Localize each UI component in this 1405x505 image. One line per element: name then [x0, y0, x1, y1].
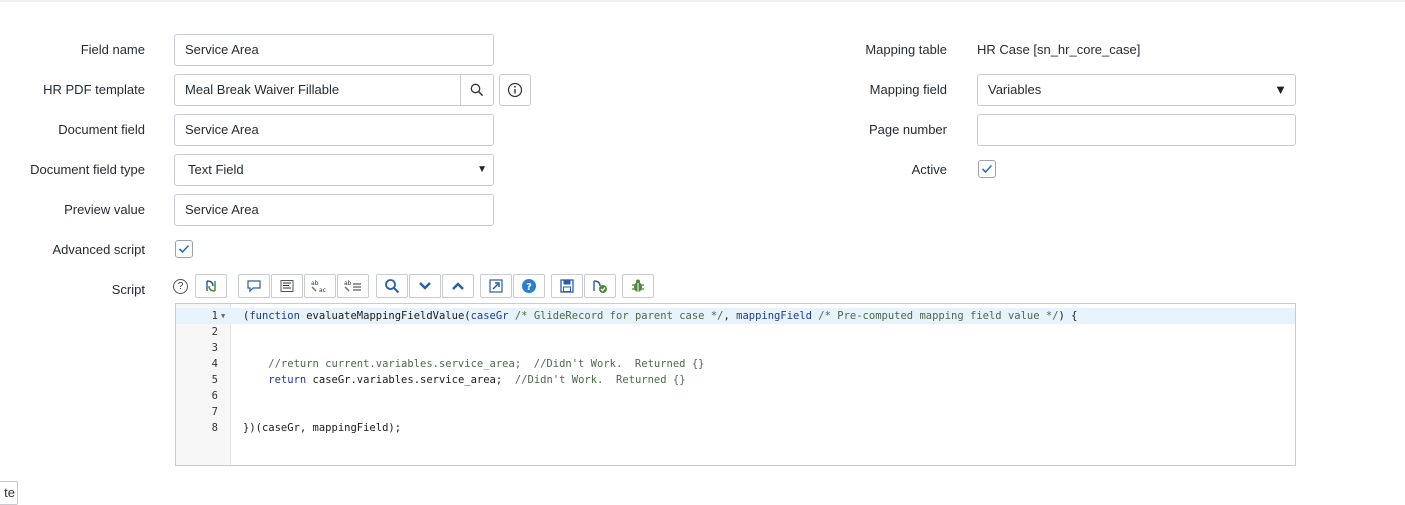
check-syntax-button[interactable] — [584, 274, 616, 298]
chevron-up-icon — [452, 282, 464, 290]
active-label: Active — [911, 162, 947, 177]
replace-button[interactable]: ab ac — [304, 274, 336, 298]
search-icon — [385, 279, 400, 294]
line-number: 5 — [211, 374, 218, 386]
preview-value-input[interactable]: Service Area — [174, 194, 494, 226]
line-number: 2 — [211, 326, 218, 338]
bottom-button-fragment[interactable]: te — [0, 481, 18, 505]
replace-all-button[interactable]: ab — [337, 274, 369, 298]
document-field-type-value: Text Field — [188, 162, 244, 177]
code-line[interactable]: 5 return caseGr.variables.service_area; … — [176, 372, 1295, 388]
hr-pdf-template-label: HR PDF template — [43, 82, 145, 97]
svg-text:ab: ab — [344, 280, 352, 287]
mapping-field-label: Mapping field — [869, 82, 947, 97]
line-number: 4 — [211, 358, 218, 370]
svg-text:ab: ab — [311, 280, 319, 287]
dropdown-arrow-icon: ▼ — [477, 164, 487, 175]
document-field-input[interactable]: Service Area — [174, 114, 494, 146]
find-next-button[interactable] — [409, 274, 441, 298]
script-label: Script — [111, 282, 145, 297]
document-field-type-select[interactable]: Text Field ▼ — [174, 154, 494, 186]
comment-button[interactable] — [238, 274, 270, 298]
line-number: 8 — [211, 422, 218, 434]
info-icon — [507, 82, 523, 98]
preview-record-button[interactable] — [499, 74, 531, 106]
document-field-type-label: Document field type — [30, 162, 145, 177]
mapping-field-select[interactable]: Variables ▼ — [977, 74, 1296, 106]
mapping-table-label: Mapping table — [865, 42, 947, 57]
script-help-icon[interactable]: ? — [173, 279, 188, 294]
script-editor[interactable]: 1 ▼ (function evaluateMappingFieldValue(ca… — [175, 303, 1296, 466]
check-icon — [981, 164, 993, 174]
fullscreen-icon — [489, 279, 503, 293]
format-icon — [280, 280, 294, 292]
find-previous-button[interactable] — [442, 274, 474, 298]
code-line[interactable]: 8 })(caseGr, mappingField); — [176, 420, 1295, 436]
replace-all-icon: ab — [344, 280, 361, 292]
code-text: (function evaluateMappingFieldValue(case… — [243, 310, 1078, 322]
code-text: //return current.variables.service_area;… — [243, 358, 705, 370]
code-line[interactable]: 3 — [176, 340, 1295, 356]
code-line[interactable]: 2 — [176, 324, 1295, 340]
fullscreen-button[interactable] — [480, 274, 512, 298]
format-code-button[interactable] — [271, 274, 303, 298]
script-check-icon — [593, 280, 607, 293]
debug-icon — [632, 279, 644, 292]
replace-icon: abac — [311, 280, 326, 294]
toggle-script-icon — [206, 280, 216, 292]
comment-icon — [247, 280, 261, 293]
chevron-down-icon — [419, 282, 431, 290]
field-name-input[interactable]: Service Area — [174, 34, 494, 66]
check-icon — [178, 244, 190, 254]
advanced-script-checkbox[interactable] — [175, 240, 193, 258]
field-name-label: Field name — [80, 42, 145, 57]
svg-text:ac: ac — [319, 287, 326, 294]
document-field-label: Document field — [58, 122, 145, 137]
script-help-button[interactable]: ? — [513, 274, 545, 298]
page-number-input[interactable] — [977, 114, 1296, 146]
advanced-script-label: Advanced script — [52, 242, 146, 257]
line-number: 7 — [211, 406, 218, 418]
top-divider — [0, 0, 1405, 2]
svg-text:?: ? — [526, 282, 532, 293]
code-line[interactable]: 1 ▼ (function evaluateMappingFieldValue(ca… — [176, 308, 1295, 324]
mapping-table-value: HR Case [sn_hr_core_case] — [977, 42, 1141, 57]
line-number: 1 — [211, 310, 218, 322]
active-checkbox[interactable] — [978, 160, 996, 178]
search-code-button[interactable] — [376, 274, 408, 298]
preview-value-label: Preview value — [64, 202, 145, 217]
line-number: 6 — [211, 390, 218, 402]
page-number-label: Page number — [868, 122, 947, 137]
mapping-field-value: Variables — [988, 82, 1042, 97]
code-line[interactable]: 4 //return current.variables.service_are… — [176, 356, 1295, 372]
debug-script-button[interactable] — [622, 274, 654, 298]
code-text: })(caseGr, mappingField); — [243, 422, 402, 434]
code-line[interactable]: 7 — [176, 404, 1295, 420]
help-icon: ? — [522, 279, 536, 293]
code-line[interactable]: 6 — [176, 388, 1295, 404]
code-text: return caseGr.variables.service_area; //… — [268, 374, 686, 386]
toggle-syntax-button[interactable] — [195, 274, 227, 298]
dropdown-arrow-icon: ▼ — [1274, 82, 1287, 97]
save-icon — [560, 279, 574, 293]
line-number: 3 — [211, 342, 218, 354]
search-icon — [470, 83, 484, 97]
hr-pdf-template-value: Meal Break Waiver Fillable — [185, 82, 340, 97]
save-script-button[interactable] — [551, 274, 583, 298]
fold-arrow-icon[interactable]: ▼ — [221, 308, 225, 324]
hr-pdf-template-input[interactable]: Meal Break Waiver Fillable — [174, 74, 494, 106]
lookup-search-button[interactable] — [460, 75, 493, 105]
